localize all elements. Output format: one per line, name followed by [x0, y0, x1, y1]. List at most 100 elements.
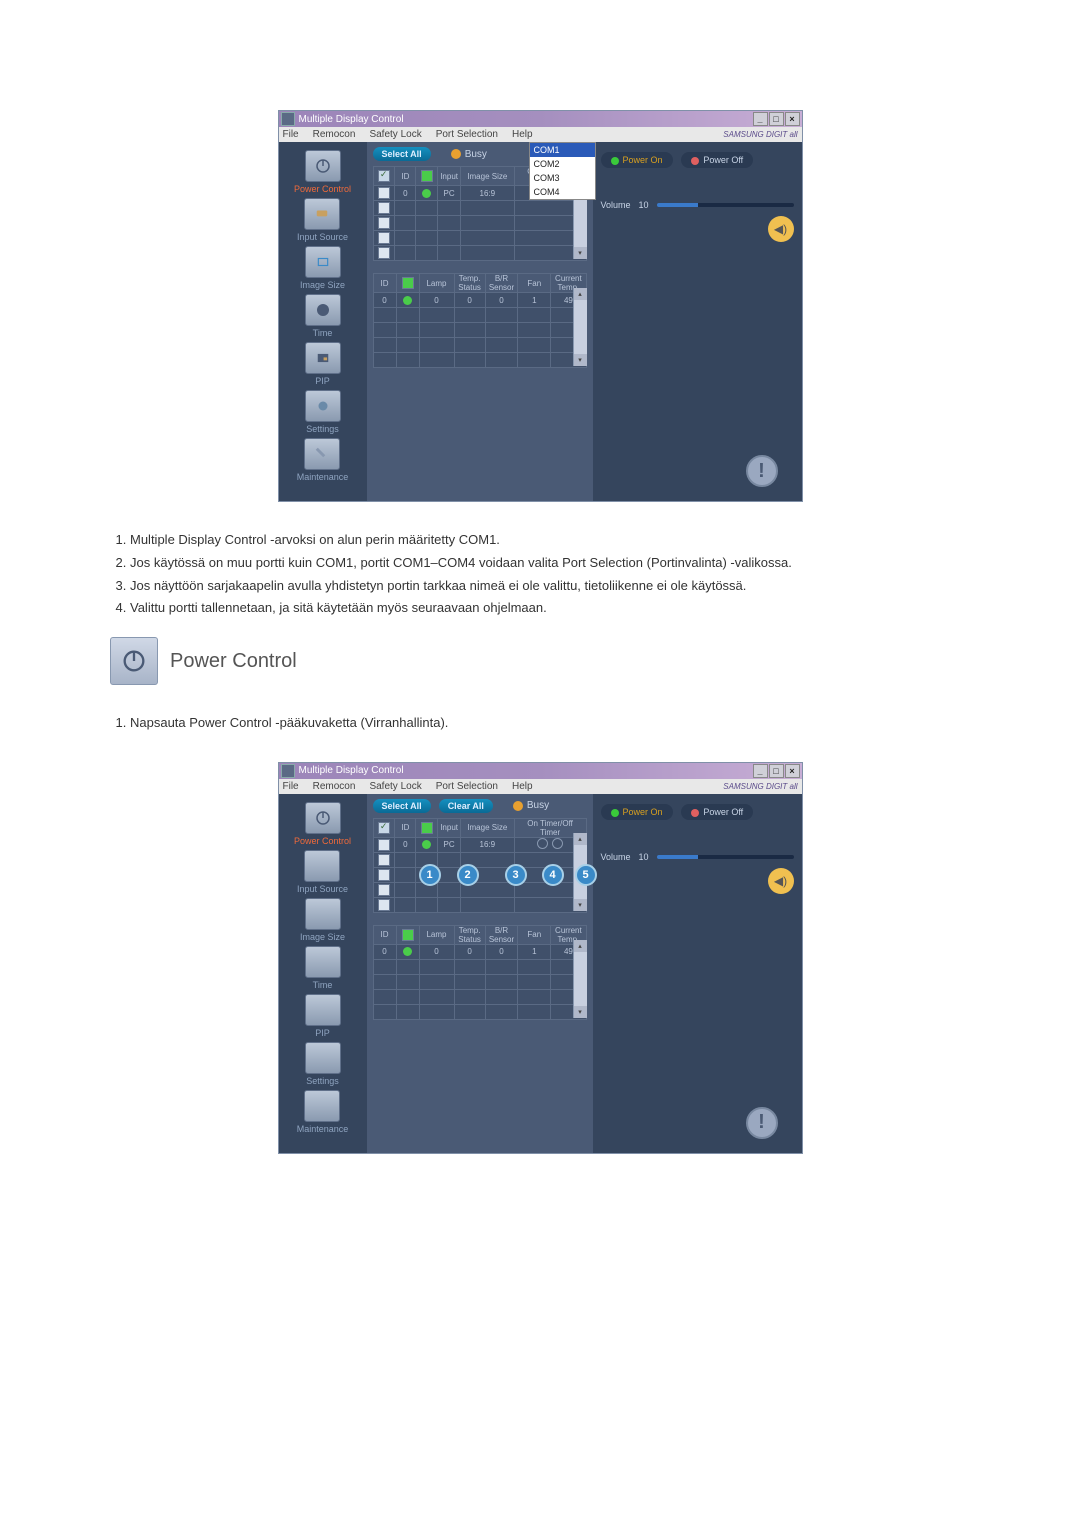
menu-file[interactable]: File [283, 129, 299, 140]
sidebar-item-image-size[interactable]: Image Size [300, 898, 345, 942]
col-id: ID [395, 167, 416, 186]
port-option-com1[interactable]: COM1 [530, 143, 595, 157]
sidebar-item-pip[interactable]: PIP [305, 342, 341, 386]
col2-status-icon [402, 277, 414, 289]
menu-port-selection[interactable]: Port Selection [436, 781, 498, 792]
instructions-list-2: Napsauta Power Control -pääkuvaketta (Vi… [110, 713, 970, 734]
callout-2: 2 [457, 864, 479, 886]
menu-help[interactable]: Help [512, 129, 533, 140]
section-header: Power Control [110, 637, 970, 685]
scrollbar[interactable]: ▴▾ [573, 288, 587, 366]
warning-icon: ! [746, 455, 778, 487]
wrench-icon [313, 445, 331, 463]
power-on-button[interactable]: Power On [601, 804, 673, 820]
menu-port-selection[interactable]: Port Selection [436, 129, 498, 140]
sidebar-item-power-control[interactable]: Power Control [294, 150, 351, 194]
power-off-button[interactable]: Power Off [681, 152, 753, 168]
row-check[interactable] [378, 839, 390, 851]
sidebar-item-input-source[interactable]: Input Source [297, 198, 348, 242]
scroll-down-icon: ▾ [574, 354, 587, 366]
menu-remocon[interactable]: Remocon [313, 129, 356, 140]
check-all[interactable] [378, 170, 390, 182]
row-check[interactable] [378, 187, 390, 199]
menubar: File Remocon Safety Lock Port Selection … [279, 779, 802, 794]
app-screenshot-1: Multiple Display Control _ □ × File Remo… [278, 110, 803, 502]
status-row[interactable]: 0 0 0 0 1 49 [373, 293, 586, 308]
volume-value: 10 [639, 200, 649, 210]
busy-indicator: Busy [513, 800, 549, 811]
power-off-button[interactable]: Power Off [681, 804, 753, 820]
titlebar: Multiple Display Control _ □ × [279, 111, 802, 127]
max-button[interactable]: □ [769, 112, 784, 126]
status-dot-icon [403, 296, 412, 305]
app-icon [281, 112, 295, 126]
close-button[interactable]: × [785, 764, 800, 778]
port-option-com3[interactable]: COM3 [530, 171, 595, 185]
volume-label: Volume [601, 200, 631, 210]
menu-safety-lock[interactable]: Safety Lock [369, 781, 421, 792]
col-status-icon [421, 170, 433, 182]
status-row[interactable]: 0 0 0 0 1 49 [373, 944, 586, 959]
scrollbar[interactable]: ▴▾ [573, 940, 587, 1018]
instruction-item: Jos näyttöön sarjakaapelin avulla yhdist… [130, 576, 970, 597]
scroll-down-icon: ▾ [574, 1006, 587, 1018]
volume-slider[interactable] [657, 203, 794, 207]
speaker-icon[interactable]: ◀) [768, 216, 794, 242]
status-dot-icon [422, 840, 431, 849]
brand-logo: SAMSUNG DIGIT all [723, 782, 797, 791]
sidebar-item-time[interactable]: Time [305, 946, 341, 990]
sidebar-item-settings[interactable]: Settings [305, 1042, 341, 1086]
sidebar-item-input-source[interactable]: Input Source [297, 850, 348, 894]
close-button[interactable]: × [785, 112, 800, 126]
table-row[interactable]: 0 PC 16:9 [373, 837, 586, 852]
sidebar: Power Control Input Source Image Size Ti… [279, 142, 367, 501]
scroll-up-icon: ▴ [574, 833, 587, 845]
select-all-button[interactable]: Select All [373, 147, 431, 161]
max-button[interactable]: □ [769, 764, 784, 778]
volume-slider[interactable] [657, 855, 794, 859]
check-all[interactable] [378, 822, 390, 834]
select-all-button[interactable]: Select All [373, 799, 431, 813]
titlebar: Multiple Display Control _ □ × [279, 763, 802, 779]
port-option-com4[interactable]: COM4 [530, 185, 595, 199]
min-button[interactable]: _ [753, 764, 768, 778]
status-table: ID Lamp Temp. Status B/R Sensor Fan Curr… [373, 273, 587, 368]
input-icon [313, 207, 331, 221]
status-dot-icon [422, 189, 431, 198]
busy-icon [451, 149, 461, 159]
menu-safety-lock[interactable]: Safety Lock [369, 129, 421, 140]
speaker-icon[interactable]: ◀) [768, 868, 794, 894]
col-image-size: Image Size [461, 167, 515, 186]
col-image-size: Image Size [461, 818, 515, 837]
power-icon [314, 809, 332, 827]
sidebar-item-image-size[interactable]: Image Size [300, 246, 345, 290]
sidebar-item-maintenance[interactable]: Maintenance [297, 1090, 349, 1134]
col-id: ID [395, 818, 416, 837]
sidebar-item-pip[interactable]: PIP [305, 994, 341, 1038]
pip-icon [314, 351, 332, 365]
volume-value: 10 [639, 852, 649, 862]
menu-file[interactable]: File [283, 781, 299, 792]
port-option-com2[interactable]: COM2 [530, 157, 595, 171]
volume-label: Volume [601, 852, 631, 862]
callout-4: 4 [542, 864, 564, 886]
busy-indicator: Busy [451, 149, 487, 160]
col2-lamp: Lamp [419, 274, 454, 293]
clear-all-button[interactable]: Clear All [439, 799, 493, 813]
menubar: File Remocon Safety Lock Port Selection … [279, 127, 802, 142]
sidebar: Power Control Input Source Image Size Ti… [279, 794, 367, 1153]
right-panel: Power On Power Off Volume 10 ◀) [593, 142, 802, 501]
port-dropdown[interactable]: COM1 COM2 COM3 COM4 [529, 142, 596, 200]
col-status-icon [421, 822, 433, 834]
sidebar-item-time[interactable]: Time [305, 294, 341, 338]
col-input: Input [438, 818, 461, 837]
min-button[interactable]: _ [753, 112, 768, 126]
power-on-button[interactable]: Power On [601, 152, 673, 168]
power-icon [120, 647, 148, 675]
busy-icon [513, 801, 523, 811]
sidebar-item-power-control[interactable]: Power Control [294, 802, 351, 846]
sidebar-item-settings[interactable]: Settings [305, 390, 341, 434]
sidebar-item-maintenance[interactable]: Maintenance [297, 438, 349, 482]
menu-help[interactable]: Help [512, 781, 533, 792]
menu-remocon[interactable]: Remocon [313, 781, 356, 792]
